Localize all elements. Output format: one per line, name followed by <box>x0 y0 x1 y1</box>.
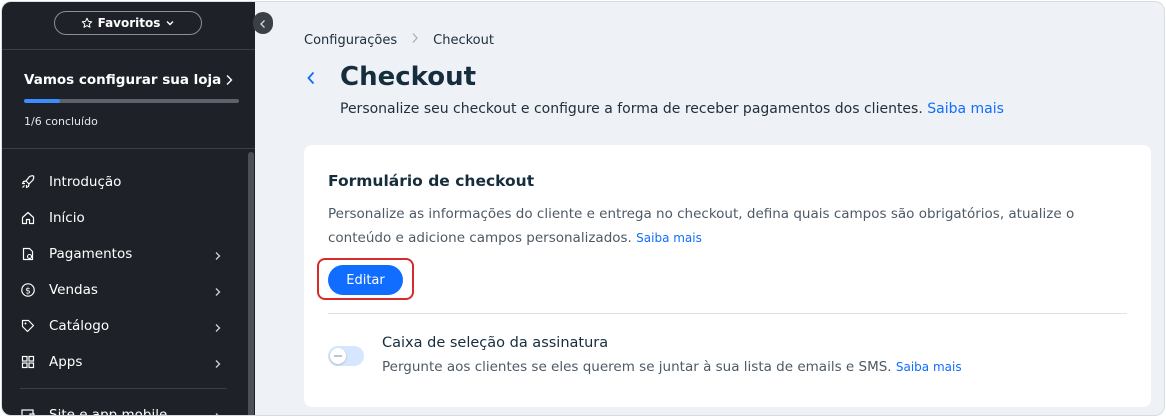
sidebar-item-inicio[interactable]: Início <box>2 200 255 236</box>
edit-checkout-form-button[interactable]: Editar <box>328 265 403 295</box>
payments-icon <box>20 246 36 262</box>
sidebar-scrollbar[interactable] <box>248 152 254 415</box>
favorites-label: Favoritos <box>97 16 161 30</box>
sidebar-nav: Introdução Início Pagamentos $ Vendas Ca… <box>2 164 255 416</box>
apps-grid-icon <box>20 354 36 370</box>
signature-checkbox-toggle[interactable] <box>328 346 364 366</box>
site-icon <box>20 407 36 415</box>
sidebar-item-label: Início <box>49 210 85 226</box>
app-window: Favoritos Vamos configurar sua loja 1/6 … <box>1 1 1165 416</box>
sidebar-item-apps[interactable]: Apps <box>2 344 255 380</box>
sidebar-divider <box>20 388 227 389</box>
page-title: Checkout <box>340 62 477 92</box>
sidebar: Favoritos Vamos configurar sua loja 1/6 … <box>2 2 255 416</box>
sidebar-item-catalogo[interactable]: Catálogo <box>2 308 255 344</box>
sidebar-item-label: Vendas <box>49 282 98 298</box>
breadcrumb: Configurações Checkout <box>304 32 494 48</box>
checkout-form-description: Personalize as informações do cliente e … <box>328 202 1138 250</box>
star-icon <box>81 17 93 29</box>
chevron-left-icon <box>306 70 316 90</box>
toggle-knob <box>330 348 346 364</box>
tag-icon <box>20 318 36 334</box>
sidebar-divider <box>2 148 255 149</box>
chevron-right-icon <box>214 321 222 337</box>
signature-option-title: Caixa de seleção da assinatura <box>382 335 609 351</box>
checkout-form-title: Formulário de checkout <box>328 172 535 190</box>
chevron-right-icon <box>411 32 419 48</box>
chevron-left-icon <box>259 14 267 33</box>
checkout-settings-card: Formulário de checkout Personalize as in… <box>304 145 1151 407</box>
svg-text:$: $ <box>25 286 31 296</box>
setup-progress-text: 1/6 concluído <box>24 115 98 128</box>
chevron-right-icon <box>214 285 222 301</box>
breadcrumb-parent[interactable]: Configurações <box>304 33 397 48</box>
sidebar-item-label: Apps <box>49 354 83 370</box>
chevron-right-icon <box>214 249 222 265</box>
sidebar-item-vendas[interactable]: $ Vendas <box>2 272 255 308</box>
sidebar-item-label: Introdução <box>49 174 122 190</box>
dollar-circle-icon: $ <box>20 282 36 298</box>
home-icon <box>20 210 36 226</box>
sidebar-divider <box>2 49 255 50</box>
sidebar-item-site-app[interactable]: Site e app mobile <box>2 397 255 416</box>
setup-title: Vamos configurar sua loja <box>24 72 222 88</box>
sidebar-item-pagamentos[interactable]: Pagamentos <box>2 236 255 272</box>
chevron-right-icon <box>214 410 222 415</box>
page-subtitle: Personalize seu checkout e configure a f… <box>340 101 1004 117</box>
setup-progress-fill <box>24 99 60 103</box>
favorites-button[interactable]: Favoritos <box>54 11 202 35</box>
sidebar-item-introducao[interactable]: Introdução <box>2 164 255 200</box>
sidebar-item-label: Pagamentos <box>49 246 133 262</box>
setup-progress-bar <box>24 99 239 103</box>
page-subtitle-text: Personalize seu checkout e configure a f… <box>340 101 923 117</box>
back-button[interactable] <box>301 68 321 92</box>
rocket-icon <box>20 174 36 190</box>
checkout-form-learn-more-link[interactable]: Saiba mais <box>636 231 702 245</box>
signature-option-description-text: Pergunte aos clientes se eles querem se … <box>382 359 892 375</box>
signature-option-description: Pergunte aos clientes se eles querem se … <box>382 359 962 375</box>
card-divider <box>328 313 1127 314</box>
chevron-right-icon <box>214 357 222 373</box>
sidebar-item-label: Catálogo <box>49 318 110 334</box>
chevron-down-icon <box>165 18 175 28</box>
chevron-right-icon <box>224 72 234 91</box>
collapse-sidebar-button[interactable] <box>253 12 273 34</box>
sidebar-item-label: Site e app mobile <box>49 407 168 416</box>
learn-more-link[interactable]: Saiba mais <box>927 101 1004 117</box>
signature-learn-more-link[interactable]: Saiba mais <box>896 360 962 374</box>
breadcrumb-current: Checkout <box>433 32 494 48</box>
